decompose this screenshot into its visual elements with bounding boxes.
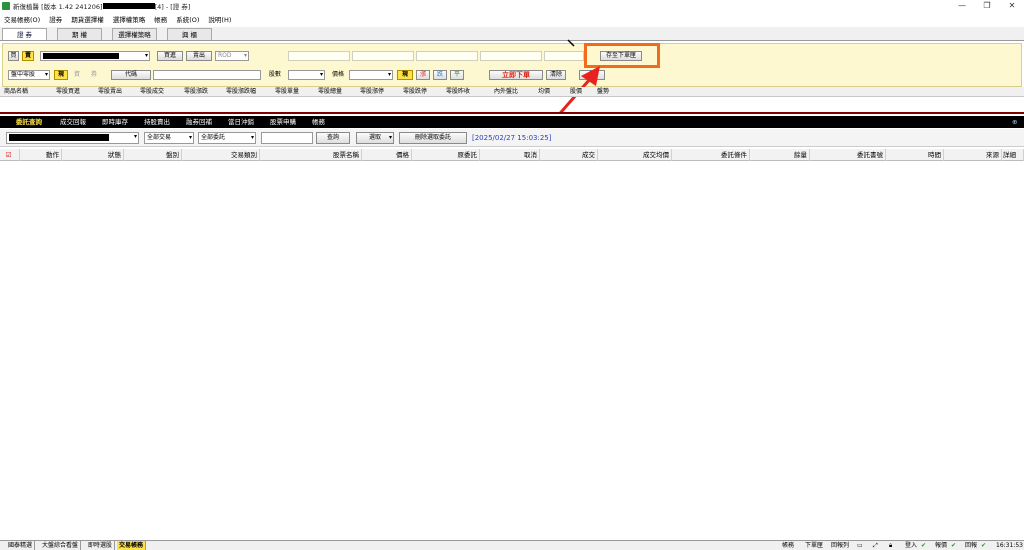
grid-col-cancelled[interactable]: 取消 [480, 149, 540, 161]
trading-app-window: 新復植醫 [版本 1.42 241206] [4] - [證 券] — ❐ ✕ … [0, 0, 1024, 550]
query-button[interactable]: 查詢 [316, 132, 350, 144]
tab-account[interactable]: 帳務 [312, 117, 325, 127]
quote-col-header: 零股漲跌幅 [226, 88, 257, 95]
grid-col-stock-name[interactable]: 股票名稱 [260, 149, 362, 161]
status-login: 登入 [905, 542, 918, 549]
redacted-account-filter [9, 134, 109, 141]
order-grid-header: ☑ 動作 狀態 盤別 交易類別 股票名稱 價格 原委託 取消 成交 成交均價 委… [0, 149, 1024, 161]
expand-icon[interactable]: ⤢ [873, 541, 878, 550]
query-timestamp: [2025/02/27 15:03:25] [472, 134, 552, 142]
quote-col-header: 零股成交 [140, 88, 165, 95]
select-button[interactable]: 選取 [356, 132, 394, 144]
quote-col-header: 零股總量 [318, 88, 343, 95]
tab-day-trade[interactable]: 當日沖銷 [228, 117, 254, 127]
bottom-tab-stock-screener[interactable]: 即時選股 [86, 541, 116, 550]
report-ok-icon: ✔ [981, 542, 987, 549]
grid-col-avg-price[interactable]: 成交均價 [598, 149, 672, 161]
quote-header-strip: 商品名稱 零股買進 零股賣出 零股成交 零股漲跌 零股漲跌幅 零股單量 零股總量… [0, 87, 1024, 97]
quote-col-header: 盤勢 [597, 88, 610, 95]
quote-col-header: 零股買進 [56, 88, 81, 95]
select-all-checkbox-icon[interactable]: ☑ [0, 149, 20, 161]
tab-sell-holdings[interactable]: 持股賣出 [144, 117, 170, 127]
grid-col-action[interactable]: 動作 [20, 149, 62, 161]
grid-col-status[interactable]: 狀態 [62, 149, 124, 161]
grid-col-order-number[interactable]: 委託書號 [810, 149, 886, 161]
tab-short-cover[interactable]: 融券回補 [186, 117, 212, 127]
query-toolbar: 全部交易 全部委託 查詢 選取 刪除選取委託 [2025/02/27 15:03… [0, 129, 1024, 147]
quote-col-header: 零股跌停 [403, 88, 428, 95]
query-tabs: 委託查詢 成交回報 即時庫存 持股賣出 融券回補 當日沖銷 股票申購 帳務 ⊕ [0, 116, 1024, 128]
tab-order-query[interactable]: 委託查詢 [16, 117, 42, 127]
quote-col-header: 股價 [570, 88, 583, 95]
status-report-bar[interactable]: 回報列 [831, 541, 849, 550]
bottom-tab-market-overview[interactable]: 大盤綜合看盤 [40, 541, 82, 550]
login-ok-icon: ✔ [921, 542, 927, 549]
bottom-status-bar: 國泰精選 大盤綜合看盤 即時選股 交易帳務 帳務 下單匣 回報列 ▭ ⤢ 🔒︎ … [0, 540, 1024, 550]
grid-col-remaining[interactable]: 餘量 [750, 149, 810, 161]
quote-col-header: 零股漲跌 [184, 88, 209, 95]
status-clock: 16:31:53 [996, 542, 1023, 549]
order-grid-body[interactable] [0, 162, 1024, 540]
status-order-box[interactable]: 下單匣 [805, 541, 823, 550]
tab-fill-report[interactable]: 成交回報 [60, 117, 86, 127]
zoom-icon[interactable]: ⊕ [1012, 117, 1017, 127]
grid-col-original-order[interactable]: 原委託 [412, 149, 480, 161]
tab-inventory[interactable]: 即時庫存 [102, 117, 128, 127]
bottom-tab-picks[interactable]: 國泰精選 [6, 541, 36, 550]
quote-col-header: 零股漲停 [360, 88, 385, 95]
grid-col-filled[interactable]: 成交 [540, 149, 598, 161]
grid-col-trade-type[interactable]: 交易類別 [182, 149, 260, 161]
grid-col-session[interactable]: 盤別 [124, 149, 182, 161]
tab-ipo-subscription[interactable]: 股票申購 [270, 117, 296, 127]
grid-col-details[interactable]: 詳細 [1002, 149, 1024, 161]
grid-col-source[interactable]: 來源 [944, 149, 1002, 161]
quote-ok-icon: ✔ [951, 542, 957, 549]
order-filter-select[interactable]: 全部委託 [198, 132, 256, 144]
quote-col-header: 零股賣出 [98, 88, 123, 95]
lock-icon[interactable]: 🔒︎ [889, 541, 892, 550]
quote-col-header: 零股昨收 [446, 88, 471, 95]
order-query-panel: 委託查詢 成交回報 即時庫存 持股賣出 融券回補 當日沖銷 股票申購 帳務 ⊕ … [0, 112, 1024, 540]
window-icon[interactable]: ▭ [857, 541, 863, 550]
status-report: 回報 [965, 542, 978, 549]
status-accounting[interactable]: 帳務 [782, 541, 794, 550]
quote-col-header: 均價 [538, 88, 551, 95]
grid-col-order-condition[interactable]: 委託條件 [672, 149, 750, 161]
grid-col-time[interactable]: 時間 [886, 149, 944, 161]
quote-col-header: 零股單量 [275, 88, 300, 95]
bottom-tab-trading-accounts[interactable]: 交易帳務 [117, 541, 147, 550]
quote-col-header: 內外盤比 [494, 88, 519, 95]
status-quote: 報價 [935, 542, 948, 549]
quote-col-header: 商品名稱 [4, 88, 29, 95]
delete-selected-orders-button[interactable]: 刪除選取委託 [399, 132, 467, 144]
grid-col-price[interactable]: 價格 [362, 149, 412, 161]
search-input[interactable] [261, 132, 313, 144]
trade-type-select[interactable]: 全部交易 [144, 132, 194, 144]
account-filter-select[interactable] [6, 132, 139, 144]
